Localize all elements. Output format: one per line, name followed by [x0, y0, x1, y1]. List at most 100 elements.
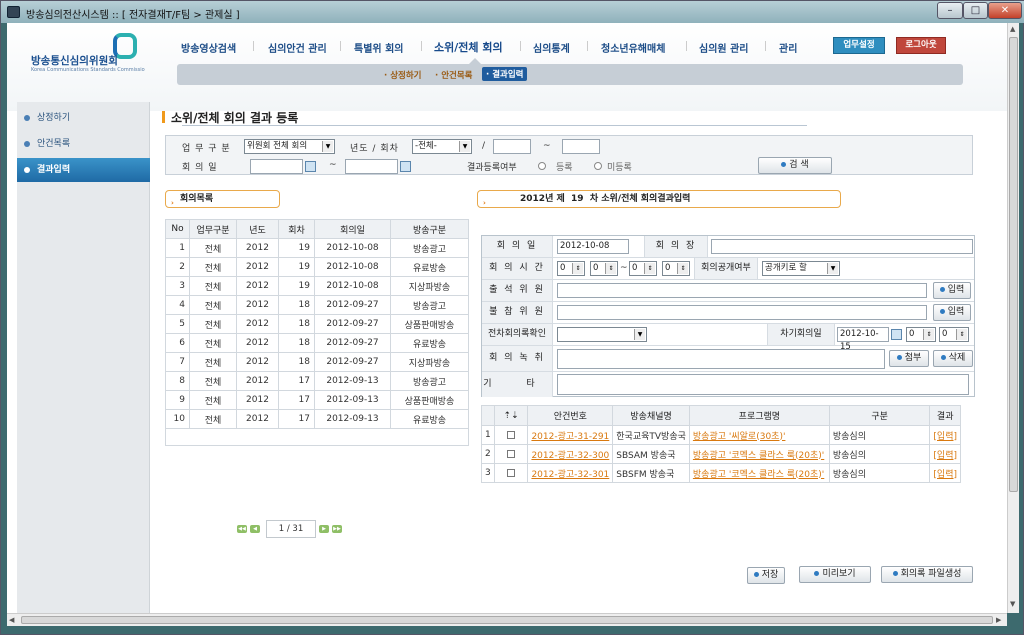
- table-cell: 2012: [236, 276, 279, 296]
- minimize-button[interactable]: –: [937, 2, 963, 19]
- attend-input[interactable]: [557, 283, 927, 298]
- topnav-item[interactable]: 심의안건 관리: [268, 40, 327, 55]
- scroll-thumb[interactable]: [1009, 37, 1018, 492]
- vertical-scrollbar[interactable]: ▲ ▼: [1007, 23, 1019, 613]
- close-button[interactable]: ✕: [988, 2, 1022, 19]
- table-cell: 2012-09-27: [314, 333, 391, 353]
- topnav-item[interactable]: 심의통계: [533, 40, 570, 55]
- table-row[interactable]: 2 전체 2012 19 2012-10-08 유료방송: [165, 257, 469, 277]
- end-hour-select[interactable]: 0 ⇕: [629, 261, 657, 276]
- absent-input[interactable]: [557, 305, 927, 320]
- prev-page-icon[interactable]: ◀: [250, 525, 260, 533]
- program-link[interactable]: 방송광고 '코멕스 클라스 룩(20초)': [693, 451, 824, 461]
- result-input-link[interactable]: [입력]: [933, 432, 957, 442]
- round-input[interactable]: [493, 139, 531, 154]
- table-row[interactable]: 1 2012-광고-31-291 한국교육TV방송국 방송광고 '씨알로(30초)' 방…: [481, 425, 961, 445]
- scroll-right-icon[interactable]: ▶: [996, 616, 1001, 624]
- maximize-button[interactable]: □: [963, 2, 988, 19]
- next-page-icon[interactable]: ▶: [319, 525, 329, 533]
- scroll-thumb[interactable]: [21, 616, 993, 624]
- table-row[interactable]: 3 전체 2012 19 2012-10-08 지상파방송: [165, 276, 469, 296]
- logo-text[interactable]: 방송통신심의위원회: [31, 53, 118, 68]
- public-select[interactable]: 공개키로 할 ▼: [762, 261, 840, 276]
- start-minute-select[interactable]: 0 ⇕: [590, 261, 618, 276]
- sidebar-item-agenda[interactable]: 안건목록: [17, 132, 150, 156]
- record-input[interactable]: [557, 349, 885, 369]
- topnav-item[interactable]: 관리: [779, 40, 797, 55]
- topnav-item[interactable]: 심의원 관리: [699, 40, 748, 55]
- next-minute-select[interactable]: 0 ⇕: [939, 327, 969, 342]
- table-row[interactable]: 5 전체 2012 18 2012-09-27 상품판매방송: [165, 314, 469, 334]
- attend-input-button[interactable]: 입력: [933, 282, 971, 299]
- logout-button[interactable]: 로그아웃: [896, 37, 946, 54]
- date-to-input[interactable]: [345, 159, 398, 174]
- preview-button[interactable]: 미리보기: [799, 566, 871, 583]
- calendar-icon[interactable]: [305, 161, 316, 172]
- column-header: 프로그램명: [688, 405, 830, 426]
- table-row[interactable]: 3 2012-광고-32-301 SBSFM 방송국 방송광고 '코멕스 클라스 룩(…: [481, 463, 961, 483]
- table-row[interactable]: 9 전체 2012 17 2012-09-13 상품판매방송: [165, 390, 469, 410]
- round-to-input[interactable]: [562, 139, 600, 154]
- scroll-left-icon[interactable]: ◀: [9, 616, 14, 624]
- subnav-item[interactable]: · 안건목록: [435, 69, 472, 81]
- subnav-item[interactable]: · 상정하기: [384, 69, 421, 81]
- table-row[interactable]: 1 전체 2012 19 2012-10-08 방송광고: [165, 238, 469, 258]
- delete-button[interactable]: 삭제: [933, 350, 973, 367]
- next-minute-value: 0: [942, 329, 948, 339]
- row-checkbox[interactable]: [507, 449, 516, 458]
- last-page-icon[interactable]: ▶▶: [332, 525, 342, 533]
- year-select[interactable]: -전체- ▼: [412, 139, 472, 154]
- topnav-item[interactable]: 특별위 회의: [354, 40, 403, 55]
- table-cell: 2012-10-08: [314, 238, 391, 258]
- first-page-icon[interactable]: ◀◀: [237, 525, 247, 533]
- program-link[interactable]: 방송광고 '씨알로(30초)': [693, 432, 786, 442]
- sidebar-item-submit[interactable]: 상정하기: [17, 106, 150, 130]
- chair-input[interactable]: [711, 239, 973, 254]
- table-row[interactable]: 10 전체 2012 17 2012-09-13 유료방송: [165, 409, 469, 429]
- next-hour-select[interactable]: 0 ⇕: [906, 327, 936, 342]
- subnav-item-active[interactable]: · 결과입력: [482, 67, 528, 81]
- absent-input-button[interactable]: 입력: [933, 304, 971, 321]
- row-checkbox[interactable]: [507, 430, 516, 439]
- date-from-input[interactable]: [250, 159, 303, 174]
- topnav-item[interactable]: 방송영상검색: [181, 40, 236, 55]
- arrow-right-icon: ›: [483, 199, 486, 207]
- next-meeting-input[interactable]: 2012-10-15: [837, 327, 889, 352]
- attach-button[interactable]: 첨부: [889, 350, 929, 367]
- agenda-number-link[interactable]: 2012-광고-32-300: [531, 451, 609, 461]
- table-cell: 전체: [189, 333, 237, 353]
- settings-button[interactable]: 업무설정: [833, 37, 885, 54]
- save-button[interactable]: 저장: [747, 567, 785, 584]
- table-row[interactable]: 7 전체 2012 18 2012-09-27 지상파방송: [165, 352, 469, 372]
- program-link[interactable]: 방송광고 '코멕스 클라스 룩(20초)': [693, 470, 824, 480]
- horizontal-scrollbar[interactable]: ◀ ▶: [7, 613, 1007, 626]
- sort-arrows-icon[interactable]: ⇡⇣: [493, 405, 529, 426]
- scroll-down-icon[interactable]: ▼: [1010, 600, 1015, 608]
- table-row[interactable]: 2 2012-광고-32-300 SBSAM 방송국 방송광고 '코멕스 클라스 룩(…: [481, 444, 961, 464]
- table-row[interactable]: 8 전체 2012 17 2012-09-13 방송광고: [165, 371, 469, 391]
- table-cell: 전체: [189, 314, 237, 334]
- calendar-icon[interactable]: [400, 161, 411, 172]
- end-minute-select[interactable]: 0 ⇕: [662, 261, 690, 276]
- sidebar-item-result[interactable]: 결과입력: [17, 158, 150, 182]
- result-input-link[interactable]: [입력]: [933, 451, 957, 461]
- start-hour-select[interactable]: 0 ⇕: [557, 261, 585, 276]
- search-button[interactable]: 검 색: [758, 157, 832, 174]
- agenda-number-link[interactable]: 2012-광고-31-291: [531, 432, 609, 442]
- radio-registered[interactable]: [538, 162, 546, 170]
- etc-textarea[interactable]: [557, 374, 969, 395]
- calendar-icon[interactable]: [891, 329, 902, 340]
- topnav-item[interactable]: 청소년유해매체: [601, 40, 665, 55]
- table-row[interactable]: 4 전체 2012 18 2012-09-27 방송광고: [165, 295, 469, 315]
- row-checkbox[interactable]: [507, 468, 516, 477]
- scroll-up-icon[interactable]: ▲: [1010, 25, 1015, 33]
- table-row[interactable]: 6 전체 2012 18 2012-09-27 유료방송: [165, 333, 469, 353]
- create-file-button[interactable]: 회의록 파일생성: [881, 566, 973, 583]
- result-input-link[interactable]: [입력]: [933, 470, 957, 480]
- type-select[interactable]: 위원회 전체 회의 ▼: [244, 139, 335, 154]
- meeting-date-input[interactable]: 2012-10-08: [557, 239, 629, 254]
- topnav-item-active[interactable]: 소위/전체 회의: [434, 39, 503, 54]
- confirm-select[interactable]: ▼: [557, 327, 647, 342]
- radio-unregistered[interactable]: [594, 162, 602, 170]
- agenda-number-link[interactable]: 2012-광고-32-301: [531, 470, 609, 480]
